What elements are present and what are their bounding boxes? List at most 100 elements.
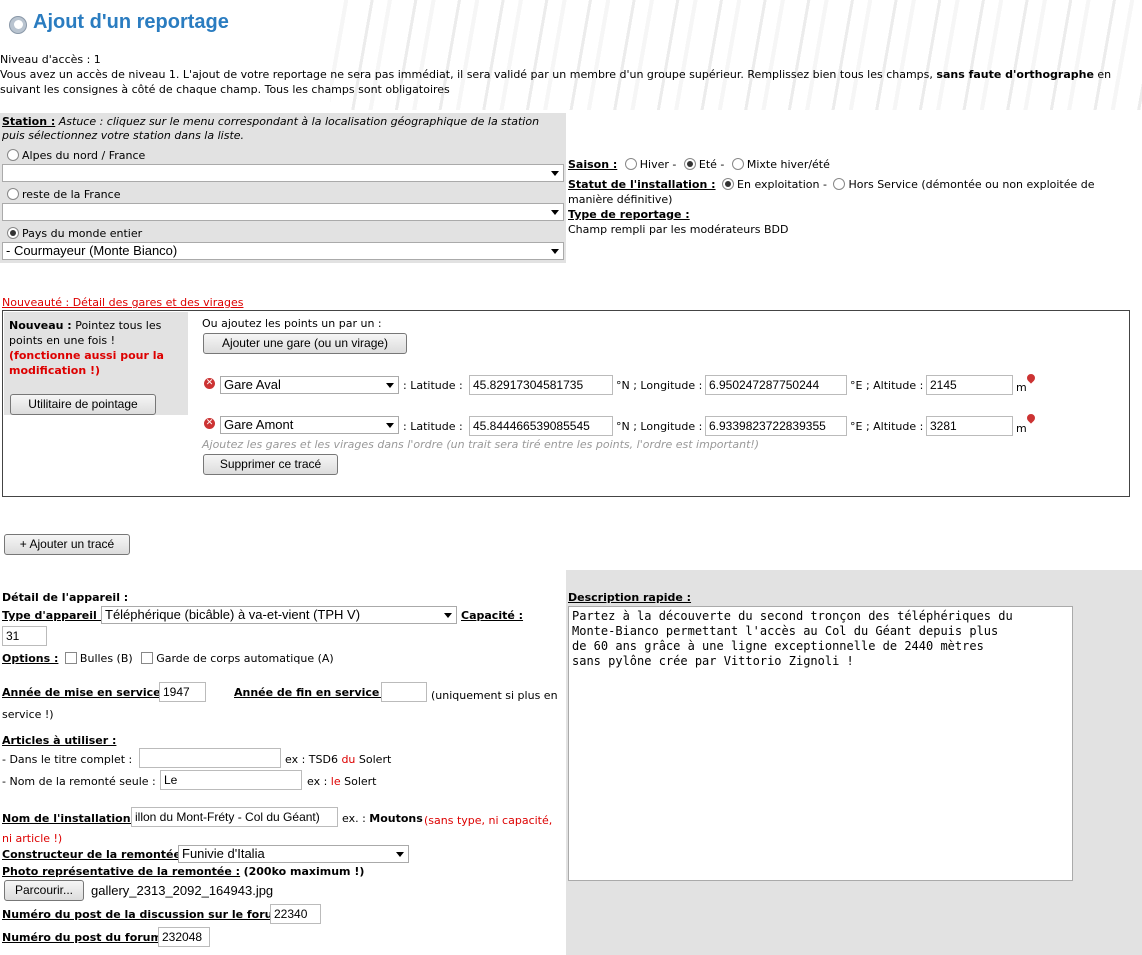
pointage-panel: Nouveau : Pointez tous les points en une… <box>4 312 188 415</box>
device-type-select[interactable]: Téléphérique (bicâble) à va-et-vient (TP… <box>101 606 457 624</box>
station-2-map-pin-icon[interactable] <box>1025 412 1037 424</box>
photo-label-row: Photo représentative de la remontée : (2… <box>2 865 364 878</box>
add-trace-button[interactable]: + Ajouter un tracé <box>4 534 130 555</box>
photo-filename: gallery_2313_2092_164943.jpg <box>91 883 274 898</box>
season-mixte-label: Mixte hiver/été <box>746 158 830 171</box>
delete-trace-button[interactable]: Supprimer ce tracé <box>203 454 338 475</box>
station-2-alt-label: °E ; Altitude : <box>850 420 924 433</box>
discussion-input[interactable]: 22340 <box>270 904 321 924</box>
device-type-label-text: Type d'appareil : <box>2 609 106 622</box>
pointage-text: Nouveau : Pointez tous les points en une… <box>9 318 179 378</box>
station-2-type-select[interactable]: Gare Amont <box>220 416 399 434</box>
season-ete-radio[interactable] <box>683 158 696 170</box>
remove-station-1-icon[interactable]: ✕ <box>204 378 215 389</box>
station-2-lat-label: : Latitude : <box>403 420 463 433</box>
nouveau-red-text: (fonctionne aussi pour la modification !… <box>9 349 164 377</box>
intro-text-a: Vous avez un accès de niveau 1. L'ajout … <box>0 68 937 81</box>
radio-france[interactable]: reste de la France <box>7 188 120 201</box>
station-2-lon-label: °N ; Longitude : <box>616 420 703 433</box>
radio-world-label: Pays du monde entier <box>22 227 143 240</box>
device-section-label-text: Détail de l'appareil : <box>2 591 129 604</box>
title-full-example-b: Solert <box>355 753 392 766</box>
station-1-alt-input[interactable]: 2145 <box>926 375 1013 395</box>
option-bulles-label: Bulles (B) <box>79 652 133 665</box>
forum-input[interactable]: 232048 <box>158 927 210 947</box>
page-logo-icon <box>9 16 27 34</box>
status-exploitation-label: En exploitation - <box>737 178 827 191</box>
photo-label: Photo représentative de la remontée : <box>2 865 241 878</box>
status-label: Statut de l'installation : <box>568 178 716 191</box>
options-label: Options : <box>2 652 59 665</box>
capacity-label: Capacité : <box>461 609 523 622</box>
name-only-label: - Nom de la remonté seule : <box>2 775 156 788</box>
articles-label: Articles à utiliser : <box>2 734 116 747</box>
option-garde-label: Garde de corps automatique (A) <box>156 652 334 665</box>
season-mixte-radio[interactable] <box>731 158 744 170</box>
station-left: Station : Astuce : cliquez sur le menu c… <box>0 113 566 263</box>
radio-alpes-input[interactable] <box>7 149 19 161</box>
install-name-note: (sans type, ni capacité, ni article !) <box>2 814 553 845</box>
capacity-input[interactable]: 31 <box>2 626 47 646</box>
station-1-lat-label: : Latitude : <box>403 379 463 392</box>
description-textarea[interactable]: Partez à la découverte du second tronçon… <box>568 606 1073 881</box>
device-section-label: Détail de l'appareil : <box>2 591 128 604</box>
radio-france-label: reste de la France <box>22 188 121 201</box>
station-section: Station : Astuce : cliquez sur le menu c… <box>0 113 1142 263</box>
page-header: Ajout d'un reportage <box>0 0 1142 110</box>
select-alpes[interactable] <box>2 164 564 182</box>
station-1-type-select[interactable]: Gare Aval <box>220 376 399 394</box>
year-end-note: (uniquement si plus en service !) <box>2 689 558 721</box>
constructor-label: Constructeur de la remontée : <box>2 848 189 861</box>
intro-block: Niveau d'accès : 1 Vous avez un accès de… <box>0 52 1140 97</box>
option-garde-checkbox[interactable] <box>141 652 154 664</box>
title-full-label: - Dans le titre complet : <box>2 753 133 766</box>
page-title: Ajout d'un reportage <box>33 11 229 33</box>
select-world[interactable]: - Courmayeur (Monte Bianco) <box>2 242 564 260</box>
station-label-block: Station : Astuce : cliquez sur le menu c… <box>2 115 564 143</box>
access-level: Niveau d'accès : 1 <box>0 53 101 66</box>
season-hiver-radio[interactable] <box>624 158 637 170</box>
discussion-label-text: Numéro du post de la discussion sur le f… <box>2 908 293 921</box>
report-type-label: Type de reportage : <box>568 208 690 221</box>
remove-station-2-icon[interactable]: ✕ <box>204 418 215 429</box>
station-1-lat-input[interactable]: 45.82917304581735 <box>469 375 613 395</box>
station-1-lon-input[interactable]: 6.950247287750244 <box>705 375 847 395</box>
description-label: Description rapide : <box>568 591 691 604</box>
articles-label-text: Articles à utiliser : <box>2 734 117 747</box>
station-2-lat-input[interactable]: 45.844466539085545 <box>469 416 613 436</box>
status-hors-service-radio[interactable] <box>833 178 846 190</box>
constructor-label-text: Constructeur de la remontée : <box>2 848 190 861</box>
constructor-select[interactable]: Funivie d'Italia <box>178 845 409 863</box>
nouveau-label: Nouveau : <box>9 319 72 332</box>
name-only-input[interactable]: Le <box>160 770 302 790</box>
select-france[interactable] <box>2 203 564 221</box>
add-station-button[interactable]: Ajouter une gare (ou un virage) <box>203 333 407 354</box>
browse-button[interactable]: Parcourir... <box>4 880 84 901</box>
title-full-example: ex : TSD6 du Solert <box>285 753 391 766</box>
radio-world-input[interactable] <box>7 227 19 239</box>
discussion-label: Numéro du post de la discussion sur le f… <box>2 908 292 921</box>
title-full-input[interactable] <box>139 748 281 768</box>
station-2-alt-input[interactable]: 3281 <box>926 416 1013 436</box>
option-bulles-checkbox[interactable] <box>64 652 77 664</box>
status-row: Statut de l'installation : En exploitati… <box>568 177 1108 207</box>
pointage-button[interactable]: Utilitaire de pointage <box>10 394 156 415</box>
forum-label: Numéro du post du forum : <box>2 931 170 944</box>
station-label: Station : <box>2 115 56 128</box>
one-by-one-label: Ou ajoutez les points un par un : <box>202 317 382 330</box>
name-only-example: ex : le Solert <box>307 775 377 788</box>
status-exploitation-radio[interactable] <box>722 178 735 190</box>
forum-label-text: Numéro du post du forum : <box>2 931 171 944</box>
radio-france-input[interactable] <box>7 188 19 200</box>
device-type-label: Type d'appareil : <box>2 609 105 622</box>
station-right: Saison : Hiver - Eté - Mixte hiver/été S… <box>566 113 1142 263</box>
station-2-lon-input[interactable]: 6.9339823722839355 <box>705 416 847 436</box>
title-full-example-a: ex : TSD6 <box>285 753 342 766</box>
capacity-label-text: Capacité : <box>461 609 524 622</box>
radio-alpes[interactable]: Alpes du nord / France <box>7 149 145 162</box>
season-row: Saison : Hiver - Eté - Mixte hiver/été <box>568 158 830 171</box>
station-1-map-pin-icon[interactable] <box>1025 372 1037 384</box>
radio-world[interactable]: Pays du monde entier <box>7 227 142 240</box>
report-type-label-row: Type de reportage : <box>568 208 690 221</box>
radio-alpes-label: Alpes du nord / France <box>22 149 146 162</box>
